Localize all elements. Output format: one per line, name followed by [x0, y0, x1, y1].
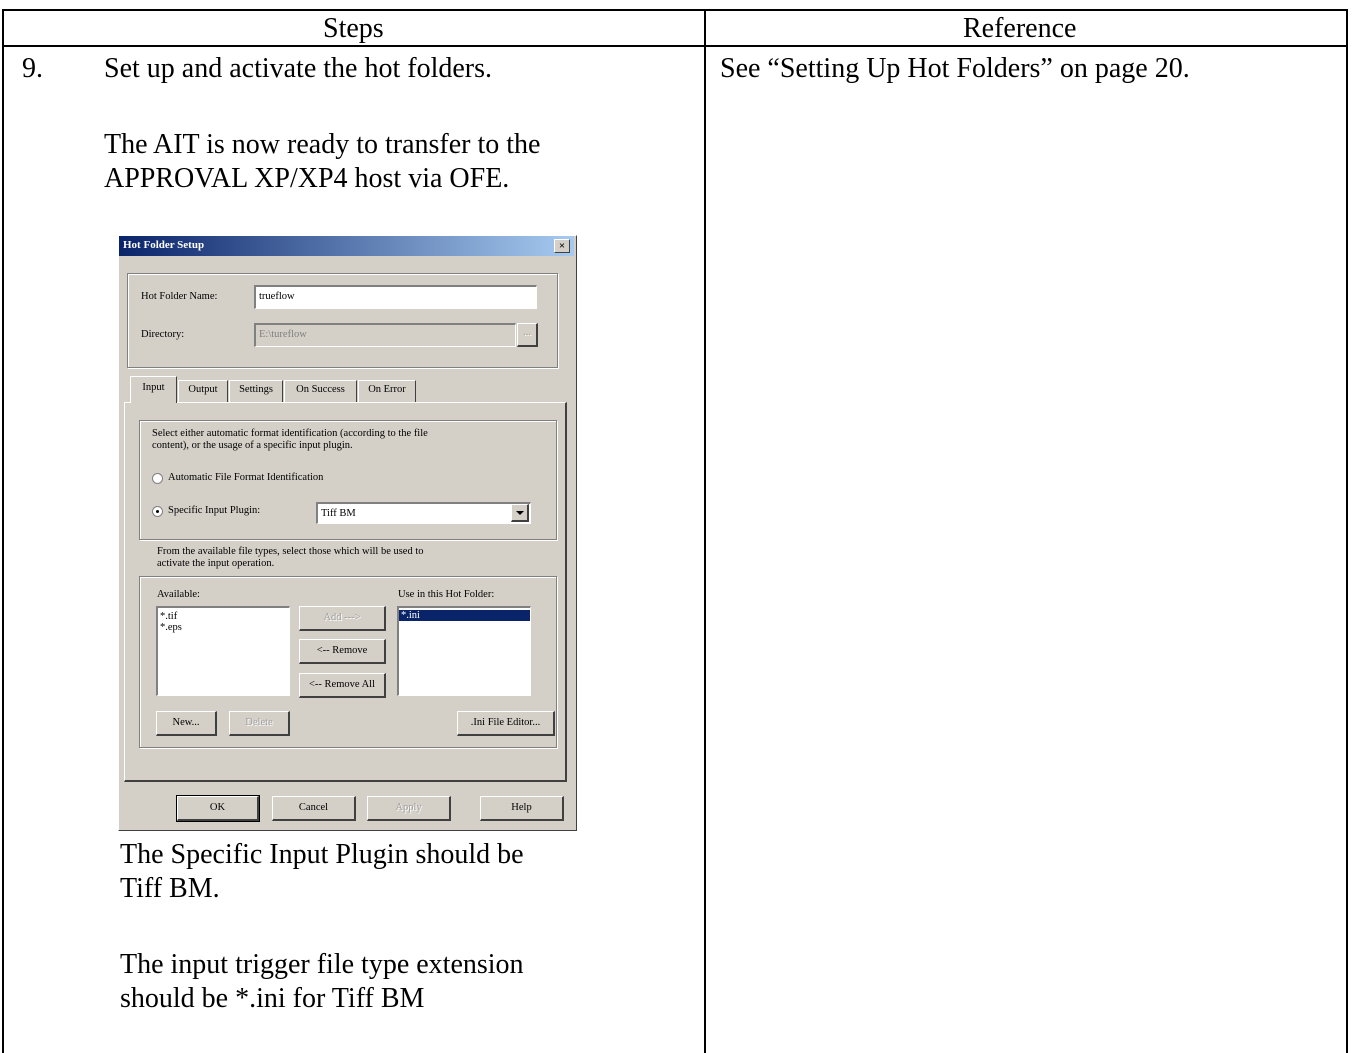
- table-column-divider: [704, 9, 706, 1053]
- specific-plugin-radio[interactable]: [152, 506, 163, 517]
- reference-text: See “Setting Up Hot Folders” on page 20.: [720, 53, 1190, 84]
- plugin-select-value: Tiff BM: [321, 508, 356, 519]
- plugin-dropdown-button[interactable]: [511, 504, 529, 522]
- header-reference: Reference: [963, 13, 1077, 44]
- remove-all-button[interactable]: <-- Remove All: [299, 673, 386, 698]
- delete-button: Delete: [229, 711, 290, 736]
- step-paragraph-line2: APPROVAL XP/XP4 host via OFE.: [104, 163, 510, 194]
- directory-input: E:\tureflow: [254, 323, 516, 347]
- table-left-border: [2, 9, 4, 1053]
- step-number: 9.: [22, 53, 43, 84]
- chevron-down-icon: [516, 511, 524, 515]
- automatic-format-radio[interactable]: [152, 473, 163, 484]
- step-main-text: Set up and activate the hot folders.: [104, 53, 492, 84]
- dialog-titlebar: Hot Folder Setup ×: [119, 236, 574, 256]
- table-right-border: [1346, 9, 1348, 1053]
- available-listbox[interactable]: *.tif *.eps: [156, 606, 290, 696]
- step-paragraph-line1: The AIT is now ready to transfer to the: [104, 129, 541, 160]
- plugin-select[interactable]: Tiff BM: [316, 502, 531, 524]
- list-item-use-0[interactable]: *.ini: [399, 610, 530, 621]
- ini-file-editor-button[interactable]: .Ini File Editor...: [457, 711, 555, 736]
- directory-label: Directory:: [141, 329, 185, 340]
- note1-line1: The Specific Input Plugin should be: [120, 839, 524, 870]
- tab-on-error[interactable]: On Error: [358, 380, 416, 402]
- dialog-title: Hot Folder Setup: [123, 239, 205, 251]
- filetypes-description-line1: From the available file types, select th…: [157, 546, 424, 557]
- tab-on-success[interactable]: On Success: [284, 380, 357, 402]
- help-button[interactable]: Help: [480, 796, 564, 821]
- browse-button: ...: [517, 323, 538, 347]
- specific-plugin-label: Specific Input Plugin:: [168, 505, 261, 516]
- ok-button[interactable]: OK: [176, 795, 260, 822]
- note1-line2: Tiff BM.: [120, 873, 220, 904]
- use-in-hot-folder-label: Use in this Hot Folder:: [398, 589, 495, 600]
- filetypes-description-line2: activate the input operation.: [157, 558, 275, 569]
- add-button: Add --->: [299, 606, 386, 631]
- close-icon[interactable]: ×: [554, 239, 570, 253]
- cancel-button[interactable]: Cancel: [272, 796, 356, 821]
- table-header-divider: [2, 45, 1348, 47]
- table-top-border: [2, 9, 1348, 11]
- available-label: Available:: [157, 589, 200, 600]
- hot-folder-name-label: Hot Folder Name:: [141, 291, 218, 302]
- note2-line2: should be *.ini for Tiff BM: [120, 983, 425, 1014]
- apply-button: Apply: [367, 796, 451, 821]
- format-description-line1: Select either automatic format identific…: [152, 428, 428, 439]
- new-button[interactable]: New...: [156, 711, 217, 736]
- format-description-line2: content), or the usage of a specific inp…: [152, 440, 353, 451]
- remove-button[interactable]: <-- Remove: [299, 639, 386, 664]
- header-steps: Steps: [323, 13, 384, 44]
- tab-settings[interactable]: Settings: [229, 380, 283, 402]
- list-item-available-0[interactable]: *.tif: [158, 611, 289, 622]
- list-item-available-1[interactable]: *.eps: [158, 622, 289, 633]
- use-in-hot-folder-listbox[interactable]: *.ini: [397, 606, 531, 696]
- hot-folder-name-input[interactable]: trueflow: [254, 285, 537, 309]
- automatic-format-label: Automatic File Format Identification: [168, 472, 324, 483]
- tab-input[interactable]: Input: [130, 376, 177, 403]
- tab-output[interactable]: Output: [178, 380, 228, 402]
- note2-line1: The input trigger file type extension: [120, 949, 524, 980]
